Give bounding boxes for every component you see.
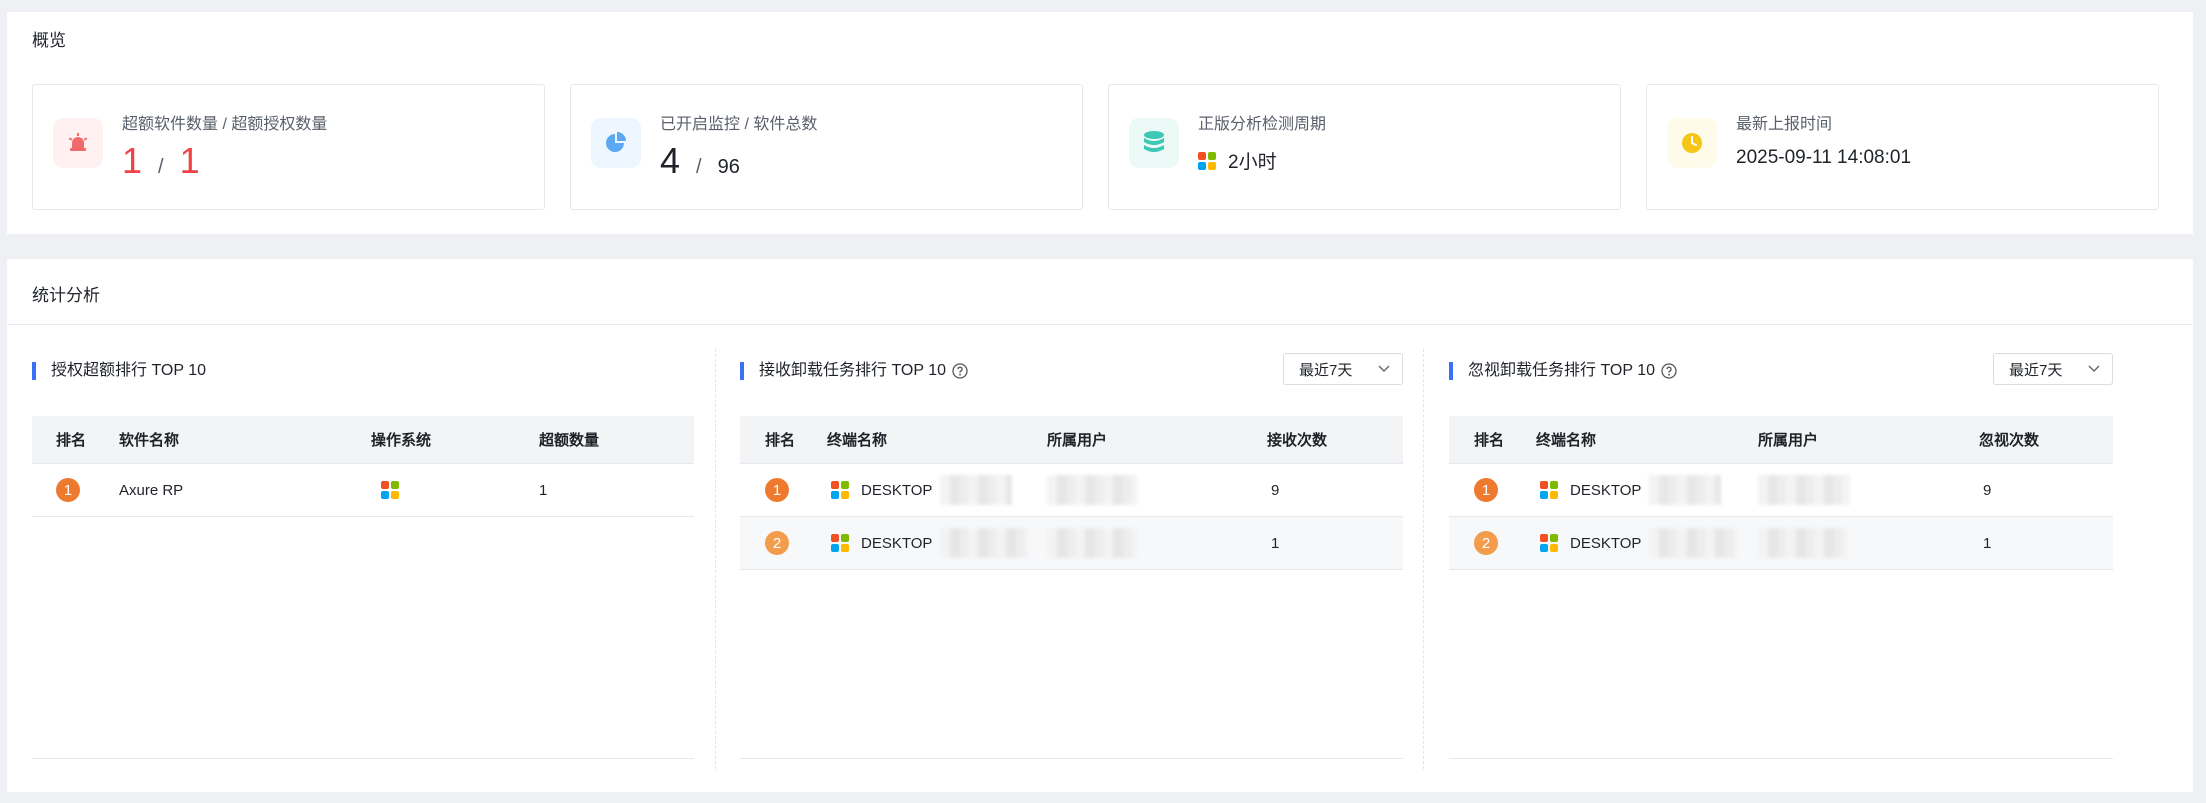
overview-title: 概览 <box>32 31 66 50</box>
col-ignored-count: 忽视次数 <box>1979 432 2040 449</box>
excess-count: 1 <box>539 481 548 499</box>
col-rank: 排名 <box>56 432 87 449</box>
rank-badge: 2 <box>1474 531 1498 555</box>
rank-badge: 1 <box>765 478 789 502</box>
table-header: 排名 终端名称 所属用户 忽视次数 <box>1449 416 2113 464</box>
col-software-name: 软件名称 <box>119 432 180 449</box>
redacted-text <box>1758 475 1850 505</box>
received-count: 1 <box>1271 534 1280 552</box>
table-bottom-line <box>32 758 694 759</box>
col-terminal-name: 终端名称 <box>1536 432 1597 449</box>
windows-icon <box>381 481 399 499</box>
overview-card-cycle: 正版分析检测周期 2小时 <box>1108 84 1621 210</box>
table-row[interactable]: 1 DESKTOP 9 <box>740 464 1403 517</box>
table-bottom-line <box>1449 758 2113 759</box>
section-title: 接收卸载任务排行 TOP 10 <box>740 362 968 380</box>
monitored-count: 4 <box>660 140 681 181</box>
card-value: 2小时 <box>1198 147 1277 174</box>
col-user: 所属用户 <box>1758 432 1819 449</box>
section-title: 忽视卸载任务排行 TOP 10 <box>1449 362 1677 380</box>
table-header: 排名 终端名称 所属用户 接收次数 <box>740 416 1403 464</box>
value-separator: / <box>158 156 164 178</box>
rank-badge: 1 <box>56 478 80 502</box>
detection-cycle: 2小时 <box>1228 152 1277 173</box>
range-select[interactable]: 最近7天 <box>1993 353 2113 385</box>
table-row[interactable]: 1 Axure RP 1 <box>32 464 694 517</box>
table-row[interactable]: 2 DESKTOP 1 <box>740 517 1403 570</box>
col-os: 操作系统 <box>371 432 432 449</box>
help-icon[interactable] <box>1661 363 1677 379</box>
clock-icon <box>1667 118 1717 168</box>
ignored-count: 1 <box>1983 534 1992 552</box>
windows-icon <box>831 481 849 499</box>
excess-license-count: 1 <box>179 140 200 181</box>
value-separator: / <box>696 156 702 178</box>
terminal-name: DESKTOP <box>1570 481 1642 499</box>
section-title: 授权超额排行 TOP 10 <box>32 362 206 380</box>
redacted-text <box>940 528 1029 558</box>
database-icon <box>1129 118 1179 168</box>
redacted-text <box>940 475 1013 505</box>
col-rank: 排名 <box>1474 432 1505 449</box>
redacted-text <box>1047 475 1137 505</box>
overview-panel: 概览 超额软件数量 / 超额授权数量 1 / 1 已开启监控 / 软件总数 4 … <box>7 12 2193 234</box>
column-separator <box>715 349 716 769</box>
terminal-name: DESKTOP <box>861 534 933 552</box>
rank-badge: 1 <box>1474 478 1498 502</box>
overview-card-report-time: 最新上报时间 2025-09-11 14:08:01 <box>1646 84 2159 210</box>
col-user: 所属用户 <box>1047 432 1108 449</box>
redacted-text <box>1649 528 1738 558</box>
col-received-count: 接收次数 <box>1267 432 1328 449</box>
redacted-text <box>1047 528 1137 558</box>
terminal-name: DESKTOP <box>1570 534 1642 552</box>
divider <box>7 324 2193 325</box>
card-label: 已开启监控 / 软件总数 <box>660 116 818 133</box>
card-value: 1 / 1 <box>122 140 200 182</box>
overview-card-monitoring: 已开启监控 / 软件总数 4 / 96 <box>570 84 1083 210</box>
table-bottom-line <box>740 758 1403 759</box>
column-separator <box>1423 349 1424 769</box>
windows-icon <box>1198 151 1216 170</box>
col-rank: 排名 <box>765 432 796 449</box>
redacted-text <box>1758 528 1848 558</box>
table-header: 排名 软件名称 操作系统 超额数量 <box>32 416 694 464</box>
chevron-down-icon <box>1378 365 1390 372</box>
ignored-uninstall-table: 排名 终端名称 所属用户 忽视次数 1 DESKTOP 9 2 DESKTOP … <box>1449 416 2113 570</box>
software-name: Axure RP <box>119 481 184 499</box>
chevron-down-icon <box>2088 365 2100 372</box>
pie-chart-icon <box>591 118 641 168</box>
stats-title: 统计分析 <box>32 286 100 305</box>
windows-icon <box>831 534 849 552</box>
help-icon[interactable] <box>952 363 968 379</box>
table-row[interactable]: 2 DESKTOP 1 <box>1449 517 2113 570</box>
license-excess-table: 排名 软件名称 操作系统 超额数量 1 Axure RP 1 <box>32 416 694 517</box>
received-count: 9 <box>1271 481 1280 499</box>
range-select[interactable]: 最近7天 <box>1283 353 1403 385</box>
received-uninstall-table: 排名 终端名称 所属用户 接收次数 1 DESKTOP 9 2 DESKTOP … <box>740 416 1403 570</box>
excess-software-count: 1 <box>122 140 143 181</box>
overview-card-excess: 超额软件数量 / 超额授权数量 1 / 1 <box>32 84 545 210</box>
alarm-icon <box>53 118 103 168</box>
windows-icon <box>1540 534 1558 552</box>
rank-badge: 2 <box>765 531 789 555</box>
card-value: 4 / 96 <box>660 140 740 182</box>
latest-report-time: 2025-09-11 14:08:01 <box>1736 147 1912 168</box>
redacted-text <box>1649 475 1722 505</box>
card-label: 正版分析检测周期 <box>1198 116 1327 133</box>
card-label: 超额软件数量 / 超额授权数量 <box>122 116 328 133</box>
software-total: 96 <box>717 156 740 178</box>
ignored-count: 9 <box>1983 481 1992 499</box>
card-label: 最新上报时间 <box>1736 116 1833 133</box>
stats-panel: 统计分析 授权超额排行 TOP 10 排名 软件名称 操作系统 超额数量 1 A… <box>7 259 2193 792</box>
col-terminal-name: 终端名称 <box>827 432 888 449</box>
terminal-name: DESKTOP <box>861 481 933 499</box>
col-excess-count: 超额数量 <box>539 432 600 449</box>
table-row[interactable]: 1 DESKTOP 9 <box>1449 464 2113 517</box>
windows-icon <box>1540 481 1558 499</box>
